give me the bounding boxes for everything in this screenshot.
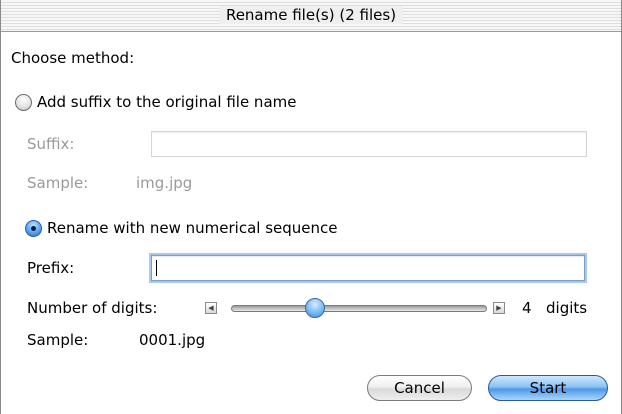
digits-slider-thumb[interactable] <box>305 298 326 318</box>
text-caret <box>156 260 157 276</box>
suffix-sample-label: Sample: <box>27 174 89 192</box>
digits-label: Number of digits: <box>27 299 158 317</box>
sequence-sample-label: Sample: <box>27 331 89 349</box>
suffix-sample-value: img.jpg <box>136 174 193 192</box>
start-button[interactable]: Start <box>488 375 608 401</box>
prefix-input[interactable] <box>151 255 585 281</box>
suffix-label: Suffix: <box>27 135 75 153</box>
suffix-radio[interactable] <box>15 94 32 111</box>
digits-value: 4 <box>522 299 532 317</box>
triangle-left-icon[interactable]: ◀ <box>205 302 217 314</box>
cancel-button[interactable]: Cancel <box>367 375 472 401</box>
sequence-radio[interactable] <box>25 220 42 237</box>
sequence-option-label[interactable]: Rename with new numerical sequence <box>47 219 338 237</box>
digits-unit-label: digits <box>546 299 588 317</box>
suffix-input[interactable] <box>151 131 587 157</box>
sequence-sample-value: 0001.jpg <box>139 331 206 349</box>
suffix-option-label[interactable]: Add suffix to the original file name <box>37 93 296 111</box>
digits-slider-track[interactable] <box>231 305 487 312</box>
window-title: Rename file(s) (2 files) <box>219 6 403 24</box>
radio-selected-dot <box>31 226 36 231</box>
choose-method-label: Choose method: <box>11 49 135 67</box>
rename-dialog: Rename file(s) (2 files) Choose method: … <box>0 0 622 414</box>
triangle-right-icon[interactable]: ▶ <box>493 302 505 314</box>
title-bar[interactable]: Rename file(s) (2 files) <box>1 0 621 32</box>
prefix-label: Prefix: <box>27 259 75 277</box>
